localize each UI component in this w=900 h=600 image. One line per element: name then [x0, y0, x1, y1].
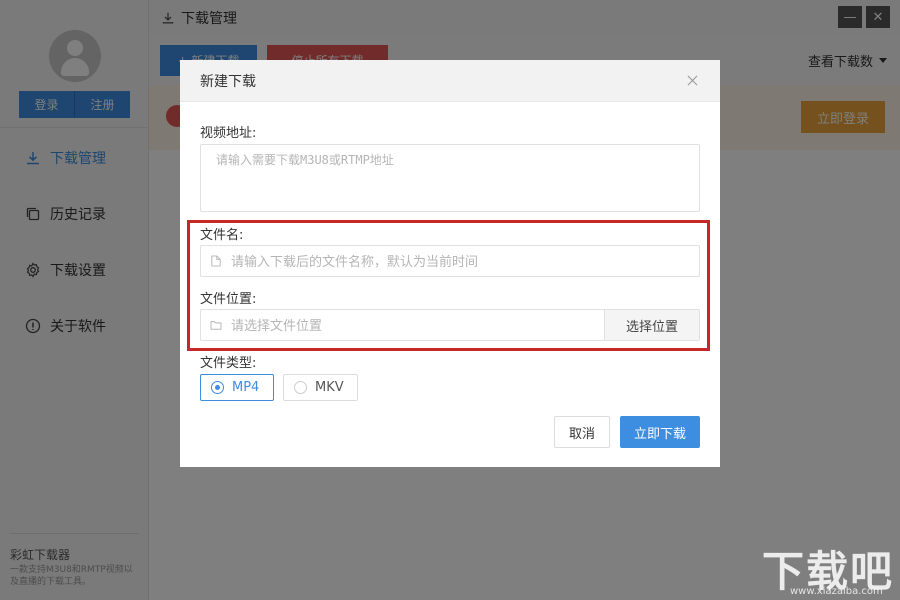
file-type-mkv-radio[interactable]: MKV	[283, 374, 358, 401]
file-type-mp4-radio[interactable]: MP4	[200, 374, 274, 401]
dialog-title: 新建下载	[200, 73, 256, 90]
radio-label: MKV	[315, 380, 344, 395]
watermark-url: www.xiazaiba.com	[790, 586, 883, 597]
video-url-label: 视频地址:	[200, 126, 257, 141]
dialog-header: 新建下载	[180, 60, 720, 102]
radio-checked-icon	[211, 381, 224, 394]
file-location-field: 选择位置	[200, 309, 700, 341]
choose-location-button[interactable]: 选择位置	[604, 310, 699, 340]
file-location-input[interactable]	[231, 310, 604, 340]
folder-icon	[201, 320, 231, 330]
file-type-label: 文件类型:	[200, 356, 257, 371]
video-url-input[interactable]	[200, 144, 700, 212]
file-name-input[interactable]	[231, 246, 699, 276]
close-icon[interactable]	[684, 72, 700, 88]
new-download-dialog: 新建下载 视频地址: 文件名: 文件位置: 选择位置 文件类型: MP4 MKV…	[180, 60, 720, 467]
file-location-label: 文件位置:	[200, 292, 257, 307]
radio-label: MP4	[232, 380, 260, 395]
file-name-field	[200, 245, 700, 277]
download-now-button[interactable]: 立即下载	[620, 416, 700, 448]
file-icon	[201, 255, 231, 267]
cancel-button[interactable]: 取消	[554, 416, 610, 448]
radio-unchecked-icon	[294, 381, 307, 394]
file-name-label: 文件名:	[200, 228, 244, 243]
